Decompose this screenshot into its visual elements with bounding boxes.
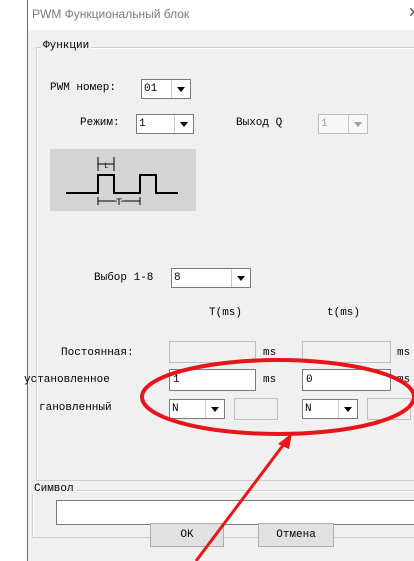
chevron-down-icon[interactable] — [171, 80, 190, 98]
chevron-down-icon[interactable] — [231, 269, 250, 287]
constant-T-unit: ms — [263, 347, 277, 359]
period-label: T — [116, 198, 122, 209]
symbol-input[interactable] — [56, 500, 414, 525]
functions-legend: Функции — [41, 40, 92, 52]
constant-t-field — [302, 341, 391, 363]
chevron-down-icon[interactable] — [338, 400, 357, 418]
set-value-label: установленное — [24, 374, 110, 386]
installed-T-address — [234, 398, 278, 420]
select-1-8[interactable]: 8 — [171, 268, 251, 288]
set-t-value: 0 — [306, 374, 313, 386]
mode-select[interactable]: 1 — [136, 114, 194, 134]
mode-label: Режим: — [80, 117, 120, 129]
pwm-dialog: PWM Функциональный блок ✕ Функции PWM но… — [24, 0, 414, 561]
pwm-number-select[interactable]: 01 — [141, 79, 191, 99]
constant-label: Постоянная: — [61, 347, 134, 359]
pwm-number-label: PWM номер: — [50, 82, 117, 94]
high-time-label: t — [104, 162, 109, 171]
set-T-input[interactable]: 1 — [169, 369, 256, 391]
mode-value: 1 — [139, 118, 146, 130]
pwm-waveform-diagram: t T — [50, 149, 196, 211]
output-q-value: 1 — [321, 118, 328, 130]
select-label: Выбор 1-8 — [94, 272, 154, 284]
chevron-down-icon[interactable] — [205, 400, 224, 418]
pwm-number-value: 01 — [144, 83, 158, 95]
set-T-value: 1 — [173, 374, 180, 386]
constant-t-unit: ms — [397, 347, 411, 359]
installed-t-value: N — [305, 403, 312, 415]
close-icon[interactable]: ✕ — [408, 4, 414, 21]
chevron-down-icon[interactable] — [174, 115, 193, 133]
column-header-t: t(ms) — [327, 307, 361, 319]
column-header-T: T(ms) — [209, 307, 243, 319]
window-title: PWM Функциональный блок — [32, 7, 190, 21]
installed-t-address — [367, 398, 411, 420]
set-t-input[interactable]: 0 — [302, 369, 391, 391]
select-value: 8 — [174, 272, 181, 284]
chevron-down-icon — [348, 115, 367, 133]
output-q-label: Выход Q — [236, 117, 283, 129]
cancel-button[interactable]: Отмена — [258, 523, 334, 547]
installed-t-select[interactable]: N — [302, 399, 358, 419]
installed-T-select[interactable]: N — [169, 399, 225, 419]
installed-T-value: N — [172, 403, 179, 415]
title-bar: PWM Функциональный блок ✕ — [28, 0, 414, 30]
installed-label: гановленный — [39, 402, 112, 414]
ok-button[interactable]: OK — [150, 523, 224, 547]
constant-T-field — [169, 341, 256, 363]
set-T-unit: ms — [263, 374, 277, 386]
symbol-legend: Символ — [32, 483, 76, 495]
output-q-select: 1 — [318, 114, 368, 134]
set-t-unit: ms — [397, 374, 411, 386]
